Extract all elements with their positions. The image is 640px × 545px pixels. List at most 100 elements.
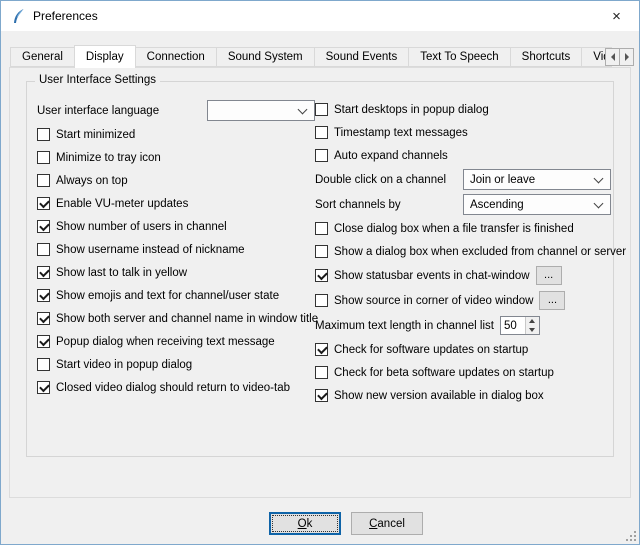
checkbox-start-video-popup[interactable]: Start video in popup dialog [37, 353, 315, 376]
ok-button-mnemonic: O [298, 518, 307, 530]
tab-sound-system[interactable]: Sound System [216, 47, 315, 67]
checkbox-server-channel-in-title[interactable]: Show both server and channel name in win… [37, 307, 315, 330]
checkbox-show-username[interactable]: Show username instead of nickname [37, 238, 315, 261]
checkbox-statusbar-events[interactable]: Show statusbar events in chat-window ... [315, 263, 611, 288]
checkbox-label: Check for software updates on startup [334, 344, 528, 356]
checkbox-box [37, 266, 50, 279]
checkbox-software-updates[interactable]: Check for software updates on startup [315, 338, 611, 361]
checkbox-popup-text-message[interactable]: Popup dialog when receiving text message [37, 330, 315, 353]
right-column: Start desktops in popup dialog Timestamp… [315, 98, 611, 407]
checkbox-emojis-text-state[interactable]: Show emojis and text for channel/user st… [37, 284, 315, 307]
max-text-length-label: Maximum text length in channel list [315, 320, 494, 332]
tab-general[interactable]: General [10, 47, 75, 67]
checkbox-new-version-dialog[interactable]: Show new version available in dialog box [315, 384, 611, 407]
spin-down-button[interactable] [526, 326, 539, 335]
sort-channels-combo[interactable]: Ascending [463, 194, 611, 215]
window-title: Preferences [33, 9, 98, 23]
checkbox-box [315, 366, 328, 379]
checkbox-box [37, 151, 50, 164]
checkbox-label: Show a dialog box when excluded from cha… [334, 246, 626, 258]
checkbox-label: Show username instead of nickname [56, 244, 245, 256]
checkbox-box [315, 126, 328, 139]
checkbox-minimize-to-tray[interactable]: Minimize to tray icon [37, 146, 315, 169]
sort-channels-label: Sort channels by [315, 199, 463, 211]
language-label: User interface language [37, 105, 207, 117]
max-text-length-row: Maximum text length in channel list 50 [315, 313, 611, 338]
resize-grip[interactable] [625, 530, 637, 542]
tab-connection[interactable]: Connection [135, 47, 217, 67]
checkbox-label: Show number of users in channel [56, 221, 227, 233]
checkbox-box [37, 381, 50, 394]
cancel-button[interactable]: Cancel [351, 512, 423, 535]
checkbox-box [37, 243, 50, 256]
checkbox-label: Enable VU-meter updates [56, 198, 188, 210]
video-source-browse-button[interactable]: ... [539, 291, 565, 310]
checkbox-start-minimized[interactable]: Start minimized [37, 123, 315, 146]
spin-up-button[interactable] [526, 317, 539, 326]
spinner-buttons [525, 317, 539, 334]
group-title: User Interface Settings [35, 74, 160, 86]
checkbox-label: Auto expand channels [334, 150, 448, 162]
checkbox-start-desktops-popup[interactable]: Start desktops in popup dialog [315, 98, 611, 121]
checkbox-box [315, 149, 328, 162]
statusbar-events-browse-button[interactable]: ... [536, 266, 562, 285]
display-tab-page: User Interface Settings User interface l… [9, 67, 631, 498]
checkbox-excluded-dialog[interactable]: Show a dialog box when excluded from cha… [315, 240, 611, 263]
checkbox-label: Closed video dialog should return to vid… [56, 382, 290, 394]
double-click-value: Join or leave [470, 174, 535, 186]
app-icon [9, 7, 27, 25]
language-row: User interface language [37, 98, 315, 123]
arrow-left-icon [611, 53, 615, 61]
checkbox-label: Show source in corner of video window [334, 295, 533, 307]
checkbox-label: Show last to talk in yellow [56, 267, 187, 279]
tab-scroll-right-button[interactable] [619, 48, 634, 66]
max-text-spinner[interactable]: 50 [500, 316, 540, 335]
checkbox-always-on-top[interactable]: Always on top [37, 169, 315, 192]
checkbox-show-user-count[interactable]: Show number of users in channel [37, 215, 315, 238]
checkbox-label: Show new version available in dialog box [334, 390, 544, 402]
double-click-combo[interactable]: Join or leave [463, 169, 611, 190]
tab-sound-events[interactable]: Sound Events [314, 47, 410, 67]
tab-bar: General Display Connection Sound System … [10, 45, 612, 68]
cancel-button-label: ancel [377, 518, 405, 530]
sort-channels-value: Ascending [470, 199, 524, 211]
checkbox-box [37, 220, 50, 233]
tab-scroll-control [606, 48, 634, 66]
checkbox-label: Minimize to tray icon [56, 152, 161, 164]
checkbox-label: Popup dialog when receiving text message [56, 336, 275, 348]
cancel-button-mnemonic: C [369, 518, 377, 530]
tab-shortcuts[interactable]: Shortcuts [510, 47, 583, 67]
checkbox-beta-updates[interactable]: Check for beta software updates on start… [315, 361, 611, 384]
checkbox-label: Timestamp text messages [334, 127, 468, 139]
arrow-right-icon [625, 53, 629, 61]
checkbox-last-to-talk-yellow[interactable]: Show last to talk in yellow [37, 261, 315, 284]
ok-button[interactable]: Ok [269, 512, 341, 535]
checkbox-box [315, 389, 328, 402]
max-text-value[interactable]: 50 [501, 317, 525, 334]
checkbox-box [37, 312, 50, 325]
tab-text-to-speech[interactable]: Text To Speech [408, 47, 510, 67]
tab-scroll-left-button[interactable] [605, 48, 620, 66]
close-button[interactable]: × [594, 1, 639, 31]
checkbox-timestamp-messages[interactable]: Timestamp text messages [315, 121, 611, 144]
checkbox-close-filetransfer-dialog[interactable]: Close dialog box when a file transfer is… [315, 217, 611, 240]
checkbox-box [315, 103, 328, 116]
checkbox-video-source-corner[interactable]: Show source in corner of video window ..… [315, 288, 611, 313]
arrow-up-icon [529, 319, 535, 323]
checkbox-box [37, 358, 50, 371]
tab-display[interactable]: Display [74, 45, 136, 68]
language-combo[interactable] [207, 100, 315, 121]
checkbox-box [37, 335, 50, 348]
sort-channels-row: Sort channels by Ascending [315, 192, 611, 217]
checkbox-label: Always on top [56, 175, 128, 187]
checkbox-label: Start desktops in popup dialog [334, 104, 489, 116]
checkbox-box [315, 269, 328, 282]
checkbox-label: Show statusbar events in chat-window [334, 270, 530, 282]
double-click-row: Double click on a channel Join or leave [315, 167, 611, 192]
checkbox-auto-expand-channels[interactable]: Auto expand channels [315, 144, 611, 167]
user-interface-settings-group: User Interface Settings User interface l… [26, 81, 614, 457]
checkbox-closed-video-return-tab[interactable]: Closed video dialog should return to vid… [37, 376, 315, 399]
preferences-dialog: Preferences × General Display Connection… [0, 0, 640, 545]
checkbox-vu-meter-updates[interactable]: Enable VU-meter updates [37, 192, 315, 215]
chevron-down-icon [594, 174, 604, 184]
